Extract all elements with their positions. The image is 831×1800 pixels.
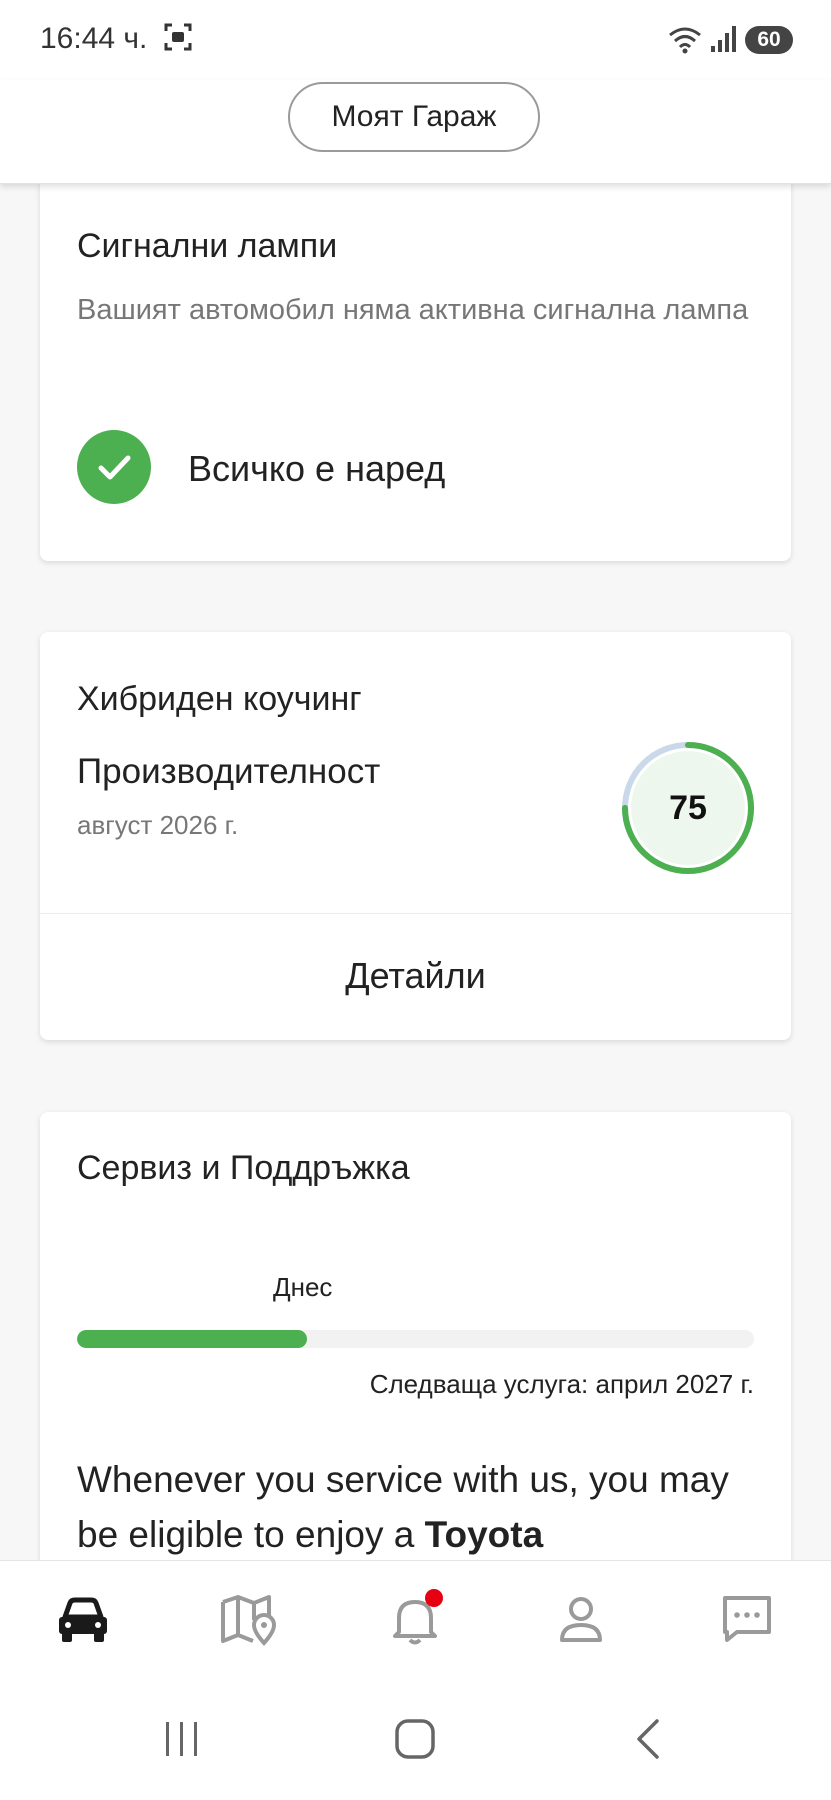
car-icon	[55, 1595, 111, 1650]
service-card: Сервиз и Поддръжка Днес Следваща услуга:…	[40, 1112, 791, 1572]
today-label: Днес	[273, 1272, 333, 1302]
service-promo-text: Whenever you service with us, you may be…	[77, 1452, 757, 1562]
map-icon	[220, 1594, 278, 1651]
warning-lights-title: Сигнални лампи	[77, 227, 338, 265]
back-button[interactable]	[588, 1683, 708, 1800]
home-button[interactable]	[355, 1683, 475, 1800]
home-icon	[393, 1717, 437, 1766]
next-service-label: Следваща услуга: април 2027 г.	[369, 1369, 754, 1399]
warning-lights-card: Сигнални лампи Вашият автомобил няма акт…	[40, 180, 791, 561]
bottom-tab-bar	[0, 1560, 831, 1684]
service-title: Сервиз и Поддръжка	[77, 1149, 410, 1187]
performance-score-ring: 75	[620, 740, 756, 876]
tab-garage[interactable]	[0, 1561, 166, 1684]
system-nav-bar	[0, 1683, 831, 1800]
signal-icon	[710, 24, 738, 59]
status-time: 16:44 ч.	[40, 22, 148, 55]
service-progress-fill	[77, 1330, 308, 1348]
recent-apps-button[interactable]	[122, 1683, 242, 1800]
hybrid-coaching-title: Хибриден коучинг	[77, 680, 362, 718]
promo-brand-name: Toyota	[424, 1514, 544, 1555]
service-progress-bar	[77, 1330, 754, 1348]
checkmark-icon	[77, 430, 151, 504]
promo-text-body: Whenever you service with us, you may be…	[77, 1459, 729, 1555]
battery-level: 60	[745, 26, 793, 54]
performance-label: Производителност	[77, 752, 381, 791]
tab-map[interactable]	[166, 1561, 332, 1684]
details-button[interactable]: Детайли	[40, 913, 791, 1038]
profile-icon	[557, 1594, 605, 1651]
performance-period: август 2026 г.	[77, 810, 239, 840]
back-icon	[633, 1717, 663, 1766]
recent-apps-icon	[162, 1719, 202, 1764]
performance-score: 75	[669, 788, 707, 827]
tab-profile[interactable]	[498, 1561, 664, 1684]
status-bar: 16:44 ч. 60	[0, 0, 831, 80]
screenshot-icon	[163, 22, 193, 57]
tab-chat[interactable]	[664, 1561, 830, 1684]
wifi-icon	[668, 24, 702, 59]
all-ok-status: Всичко е наред	[188, 448, 446, 489]
chat-icon	[721, 1594, 773, 1651]
warning-lights-description: Вашият автомобил няма активна сигнална л…	[77, 294, 749, 326]
app-header: Моят Гараж	[0, 80, 831, 184]
notification-badge	[425, 1589, 443, 1607]
my-garage-button[interactable]: Моят Гараж	[288, 82, 540, 152]
hybrid-coaching-card: Хибриден коучинг Производителност август…	[40, 632, 791, 1040]
tab-notifications[interactable]	[332, 1561, 498, 1684]
